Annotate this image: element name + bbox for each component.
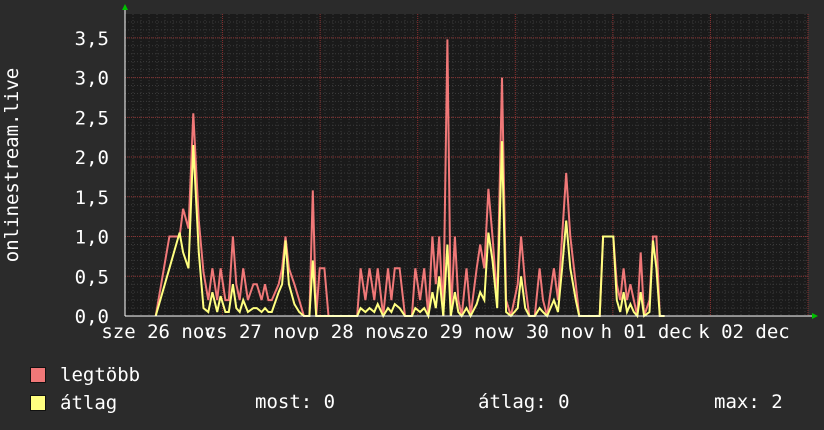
legend-avg-row: átlag (30, 391, 117, 415)
x-tick-label: p 28 nov (308, 321, 400, 340)
x-axis-arrow (812, 313, 818, 319)
legend-max-row: legtöbb (30, 363, 140, 387)
legend-max-label: legtöbb (60, 364, 141, 386)
chart-canvas: 0,00,51,01,52,02,53,03,5sze 26 novcs 27 … (75, 4, 818, 340)
x-tick-label: v 30 nov (503, 321, 595, 340)
y-axis-arrow (122, 4, 128, 10)
y-tick-label: 3,0 (75, 68, 109, 90)
x-tick-label: sze 26 nov (101, 321, 215, 340)
y-tick-label: 2,5 (75, 107, 109, 129)
y-tick-label: 0,5 (75, 266, 109, 288)
legend-avg-label: átlag (60, 392, 118, 414)
stat-now: most: 0 (255, 391, 336, 413)
x-tick-label: szo 29 nov (394, 321, 508, 340)
y-tick-label: 2,0 (75, 147, 109, 169)
stat-avg: átlag: 0 (478, 391, 570, 413)
stat-max: max: 2 (714, 391, 783, 413)
avg-swatch (30, 395, 46, 411)
legend: legtöbb átlag most: 0 átlag: 0 max: 2 (0, 355, 824, 425)
y-tick-label: 3,5 (75, 28, 109, 50)
y-tick-label: 1,0 (75, 227, 109, 249)
y-tick-label: 1,5 (75, 187, 109, 209)
x-tick-label: h 01 dec (601, 321, 693, 340)
max-swatch (30, 367, 46, 383)
x-tick-label: k 02 dec (698, 321, 790, 340)
chart: onlinestream.live 0,0 0,5 1,0 1,5 2,0 2,5 3,0 3… (0, 0, 824, 340)
x-tick-label: cs 27 nov (205, 321, 308, 340)
